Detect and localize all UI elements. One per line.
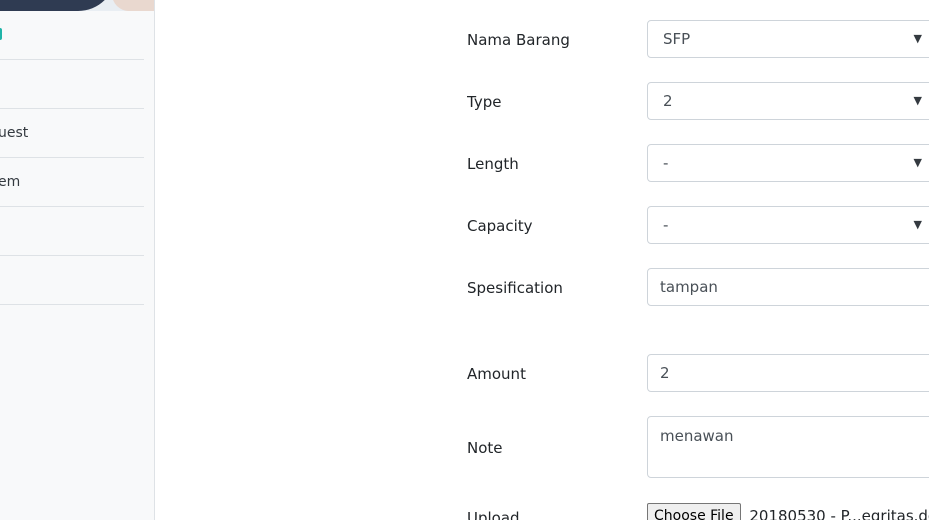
- chevron-down-icon: ▼: [913, 94, 922, 107]
- sidebar-item-6[interactable]: [0, 256, 144, 305]
- spesification-input[interactable]: tampan: [647, 268, 929, 306]
- note-value: menawan: [660, 427, 734, 445]
- nama-barang-label: Nama Barang: [467, 31, 570, 49]
- avatar: [0, 0, 154, 11]
- capacity-label: Capacity: [467, 217, 533, 235]
- length-value: -: [663, 154, 669, 172]
- nama-barang-value: SFP: [663, 30, 691, 48]
- sidebar-item-2[interactable]: [0, 60, 144, 109]
- length-label: Length: [467, 155, 519, 173]
- sidebar-item-label: em: [0, 174, 21, 190]
- request-form: Nama Barang SFP ▼ Type 2 ▼ Length - ▼ Ca…: [467, 0, 929, 520]
- amount-label: Amount: [467, 365, 526, 383]
- amount-value: 2: [660, 364, 670, 382]
- sidebar-item-request[interactable]: uest: [0, 109, 144, 158]
- type-value: 2: [663, 92, 673, 110]
- sidebar-nav: uest em: [0, 11, 144, 305]
- selected-file-name: 20180530 - P...egritas.doc: [749, 507, 929, 520]
- capacity-value: -: [663, 216, 669, 234]
- choose-file-button[interactable]: Choose File: [647, 503, 741, 520]
- avatar-hair-shape: [0, 0, 116, 11]
- upload-label: Upload: [467, 509, 520, 520]
- chevron-down-icon: ▼: [913, 218, 922, 231]
- chevron-down-icon: ▼: [913, 156, 922, 169]
- sidebar-item-label: uest: [0, 125, 29, 141]
- sidebar-item-item[interactable]: em: [0, 158, 144, 207]
- amount-input[interactable]: 2: [647, 354, 929, 392]
- sidebar-item-1[interactable]: [0, 11, 144, 60]
- capacity-select[interactable]: - ▼: [647, 206, 929, 244]
- sidebar: uest em: [0, 0, 155, 520]
- avatar-face-shape: [112, 0, 154, 11]
- length-select[interactable]: - ▼: [647, 144, 929, 182]
- spesification-label: Spesification: [467, 279, 563, 297]
- type-select[interactable]: 2 ▼: [647, 82, 929, 120]
- type-label: Type: [467, 93, 502, 111]
- spesification-value: tampan: [660, 278, 718, 296]
- note-textarea[interactable]: menawan: [647, 416, 929, 478]
- upload-file-input[interactable]: Choose File 20180530 - P...egritas.doc: [647, 503, 929, 520]
- sidebar-item-5[interactable]: [0, 207, 144, 256]
- note-label: Note: [467, 439, 503, 457]
- chevron-down-icon: ▼: [913, 32, 922, 45]
- nama-barang-select[interactable]: SFP ▼: [647, 20, 929, 58]
